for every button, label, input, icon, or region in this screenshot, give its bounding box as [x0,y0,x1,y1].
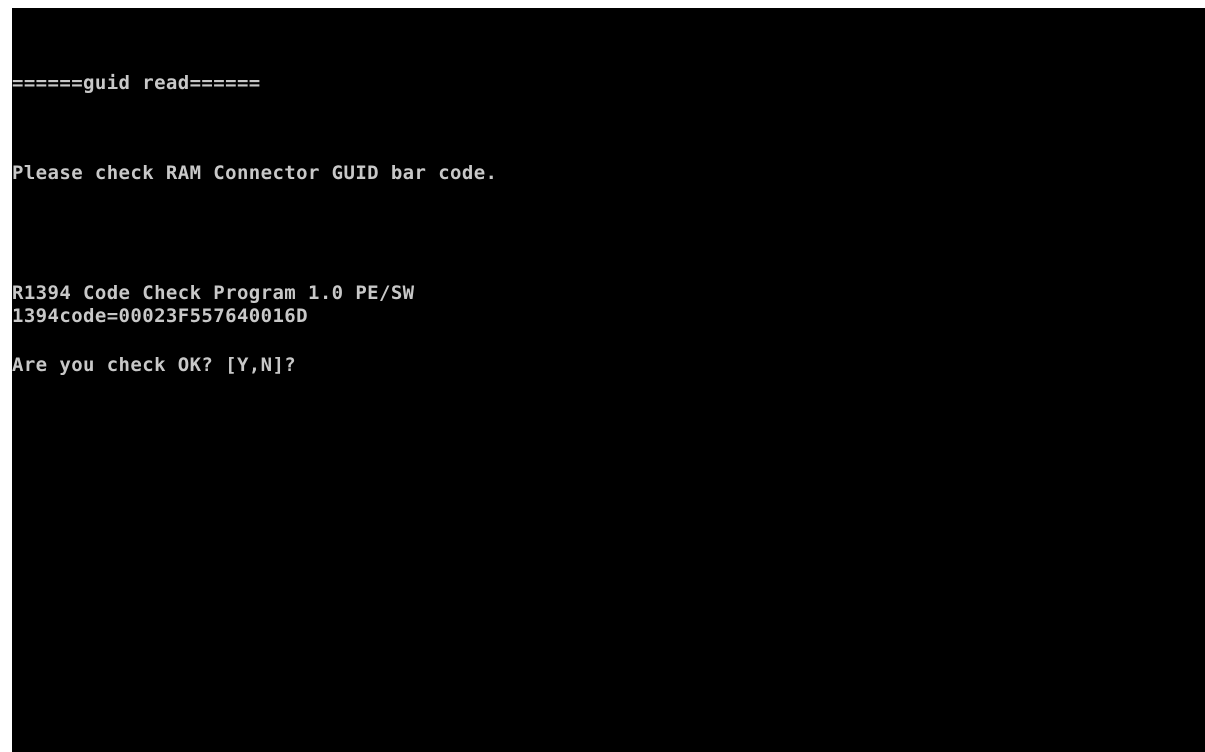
guid-read-header: ======guid read====== [12,72,261,94]
instruction-text: Please check RAM Connector GUID bar code… [12,162,498,184]
code-readout: 1394code=00023F557640016D [12,305,308,327]
program-title: R1394 Code Check Program 1.0 PE/SW [12,282,415,304]
confirmation-prompt[interactable]: Are you check OK? [Y,N]? [12,354,296,376]
screen-frame: ======guid read====== Please check RAM C… [0,0,1205,752]
dos-console[interactable]: ======guid read====== Please check RAM C… [12,8,1205,752]
